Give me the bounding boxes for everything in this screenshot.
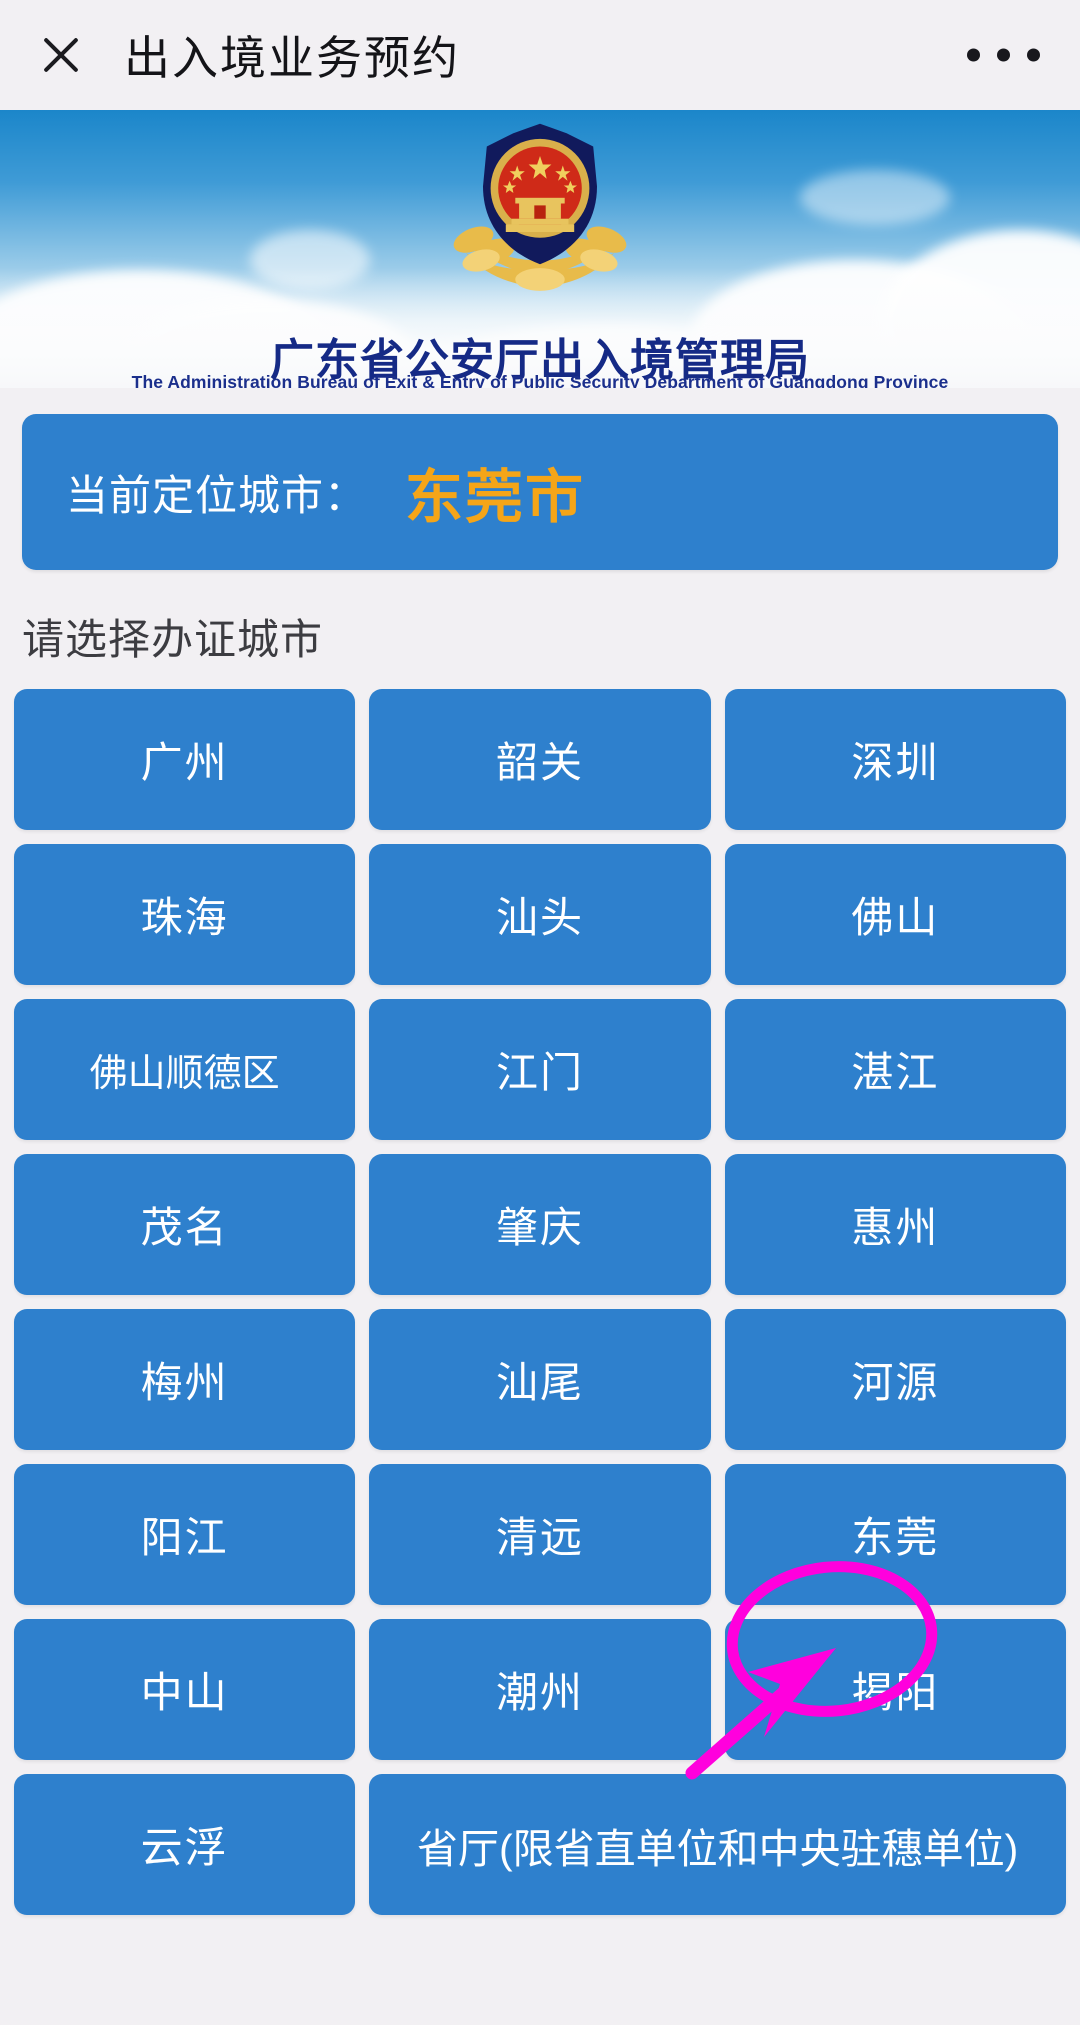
more-dot bbox=[1027, 48, 1040, 62]
city-button[interactable]: 肇庆 bbox=[369, 1154, 711, 1295]
city-button[interactable]: 深圳 bbox=[724, 689, 1066, 830]
close-icon[interactable] bbox=[34, 28, 88, 82]
wechat-header: 出入境业务预约 bbox=[0, 0, 1080, 110]
more-dot bbox=[997, 48, 1010, 62]
city-button[interactable]: 云浮 bbox=[14, 1774, 356, 1915]
city-button[interactable]: 湛江 bbox=[724, 999, 1066, 1140]
page-root: 出入境业务预约 广东省公安厅出入境管理局 The Administration … bbox=[0, 0, 1080, 2025]
city-button[interactable]: 江门 bbox=[369, 999, 711, 1140]
more-dot bbox=[967, 48, 980, 62]
city-button[interactable]: 东莞 bbox=[724, 1464, 1066, 1605]
city-button[interactable]: 河源 bbox=[724, 1309, 1066, 1450]
location-label: 当前定位城市： bbox=[66, 471, 368, 519]
city-button[interactable]: 揭阳 bbox=[724, 1619, 1066, 1760]
city-button[interactable]: 梅州 bbox=[14, 1309, 356, 1450]
location-city-value: 东莞市 bbox=[405, 465, 586, 530]
city-button[interactable]: 汕尾 bbox=[369, 1309, 711, 1450]
org-name-en: The Administration Bureau of Exit & Entr… bbox=[131, 372, 949, 388]
more-options-icon[interactable] bbox=[967, 48, 1040, 62]
city-button[interactable]: 韶关 bbox=[369, 689, 711, 830]
city-button[interactable]: 佛山 bbox=[724, 844, 1066, 985]
org-banner: 广东省公安厅出入境管理局 The Administration Bureau o… bbox=[0, 110, 1080, 388]
city-button[interactable]: 惠州 bbox=[724, 1154, 1066, 1295]
city-grid: 广州 韶关 深圳珠海 汕头 佛山佛山顺德区 江门 湛江茂名 肇庆 惠州梅州 汕尾 河源阳江 清远 东莞中… bbox=[0, 689, 1080, 1915]
current-location-bar[interactable]: 当前定位城市： 东莞市 bbox=[22, 414, 1058, 570]
cloud-shape bbox=[800, 170, 950, 225]
city-button[interactable]: 佛山顺德区 bbox=[14, 999, 356, 1140]
city-button[interactable]: 茂名 bbox=[14, 1154, 356, 1295]
city-button[interactable]: 珠海 bbox=[14, 844, 356, 985]
select-city-heading: 请选择办证城市 bbox=[22, 616, 324, 663]
city-button[interactable]: 汕头 bbox=[369, 844, 711, 985]
city-button[interactable]: 省厅(限省直单位和中央驻穗单位) bbox=[369, 1774, 1066, 1915]
city-button[interactable]: 中山 bbox=[14, 1619, 356, 1760]
city-button[interactable]: 潮州 bbox=[369, 1619, 711, 1760]
city-button[interactable]: 阳江 bbox=[14, 1464, 356, 1605]
city-button[interactable]: 广州 bbox=[14, 689, 356, 830]
police-emblem-icon bbox=[453, 123, 627, 291]
page-title: 出入境业务预约 bbox=[124, 32, 460, 84]
location-section: 当前定位城市： 东莞市 bbox=[0, 388, 1080, 570]
city-button[interactable]: 清远 bbox=[369, 1464, 711, 1605]
